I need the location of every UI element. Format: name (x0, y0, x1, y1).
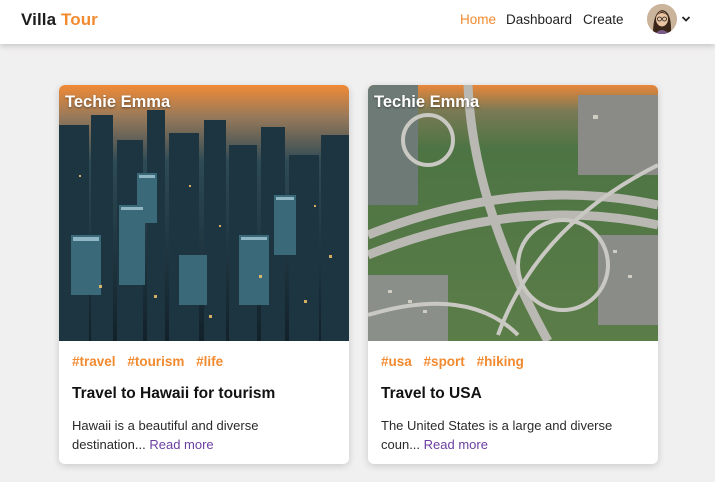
brand-main: Villa (21, 10, 57, 29)
card-excerpt: The United States is a large and diverse… (381, 417, 643, 454)
nav-link-home[interactable]: Home (460, 12, 496, 27)
read-more-link[interactable]: Read more (149, 437, 213, 452)
brand-logo[interactable]: Villa Tour (21, 10, 98, 30)
tag[interactable]: #sport (424, 354, 465, 369)
chevron-down-icon[interactable] (681, 14, 691, 24)
tag-list: #travel #tourism #life (72, 354, 231, 369)
post-card[interactable]: Techie Emma #usa #sport #hiking Travel t… (368, 85, 658, 464)
top-navbar: Villa Tour Home Dashboard Create (0, 0, 715, 44)
tag[interactable]: #tourism (127, 354, 184, 369)
card-title[interactable]: Travel to Hawaii for tourism (72, 385, 275, 403)
card-excerpt: Hawaii is a beautiful and diverse destin… (72, 417, 334, 454)
read-more-link[interactable]: Read more (424, 437, 488, 452)
city-skyline-photo[interactable]: Techie Emma (59, 85, 349, 341)
author-name: Techie Emma (65, 93, 171, 111)
nav-link-dashboard[interactable]: Dashboard (506, 12, 572, 27)
excerpt-text: The United States is a large and diverse… (381, 418, 613, 452)
tag-list: #usa #sport #hiking (381, 354, 532, 369)
highway-interchange-photo[interactable]: Techie Emma (368, 85, 658, 341)
tag[interactable]: #travel (72, 354, 116, 369)
post-card[interactable]: Techie Emma #travel #tourism #life Trave… (59, 85, 349, 464)
nav-link-create[interactable]: Create (583, 12, 624, 27)
tag[interactable]: #life (196, 354, 223, 369)
user-avatar[interactable] (647, 4, 677, 34)
tag[interactable]: #usa (381, 354, 412, 369)
avatar-icon (647, 4, 677, 34)
author-name: Techie Emma (374, 93, 480, 111)
tag[interactable]: #hiking (477, 354, 524, 369)
brand-accent: Tour (60, 10, 98, 29)
card-title[interactable]: Travel to USA (381, 385, 482, 403)
